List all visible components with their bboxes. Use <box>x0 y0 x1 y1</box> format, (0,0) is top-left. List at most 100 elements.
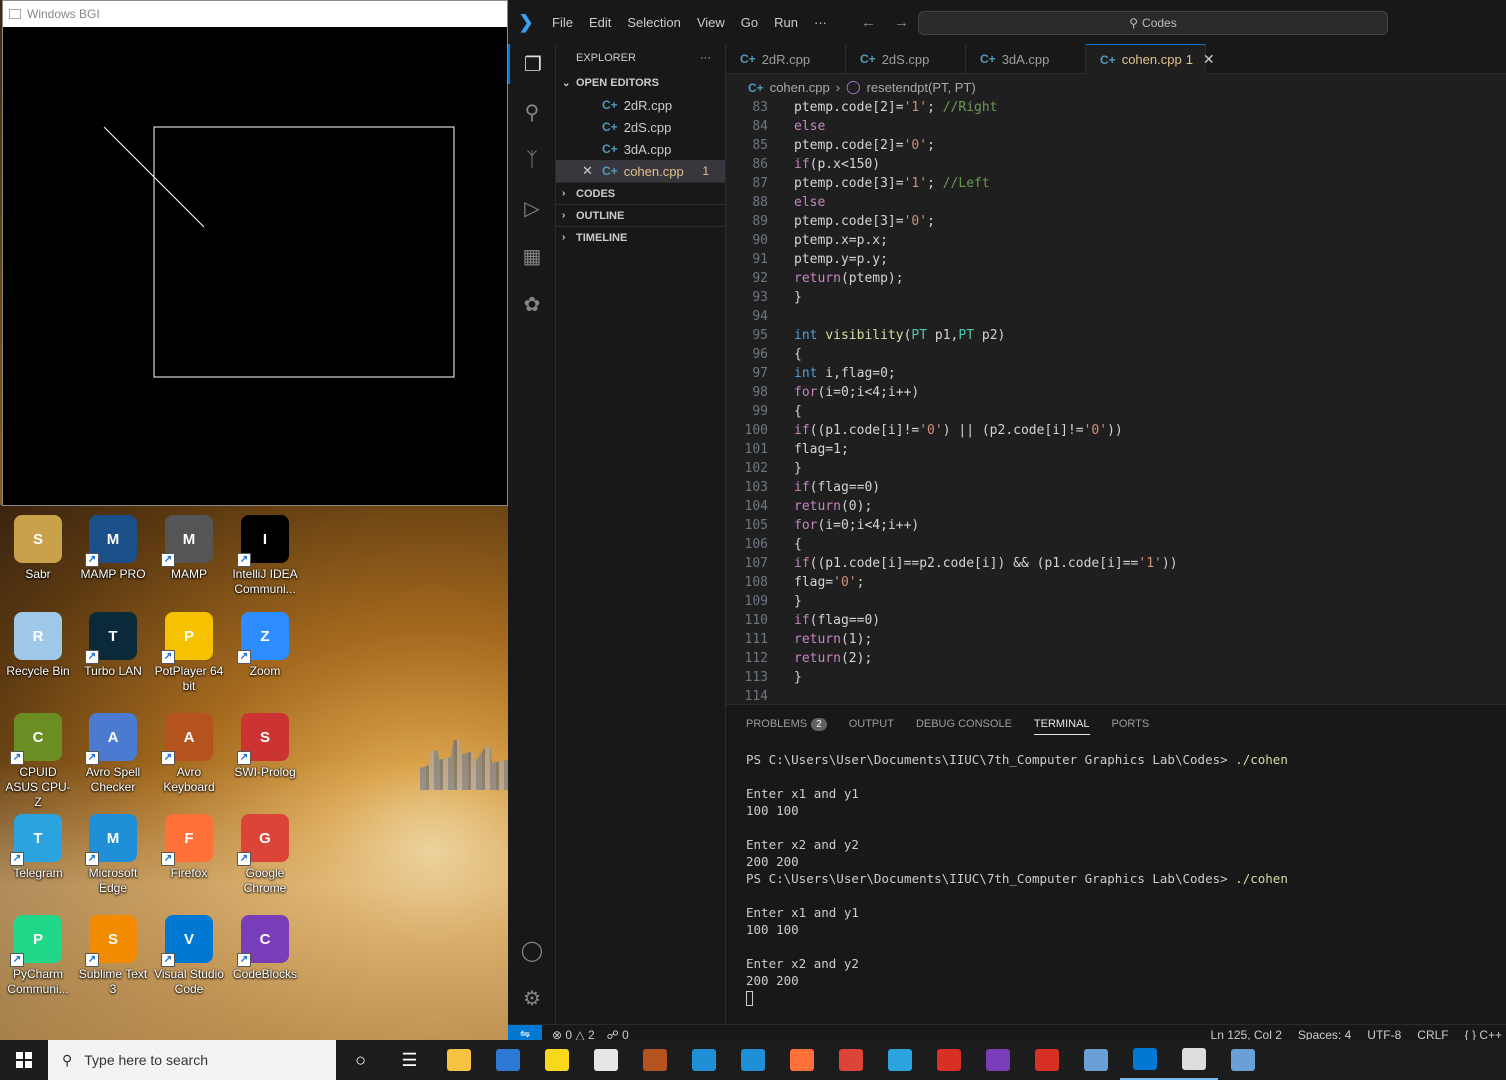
taskbar-notepad-icon[interactable] <box>1218 1040 1267 1080</box>
explorer-section[interactable]: › OUTLINE <box>556 204 725 226</box>
account-icon[interactable]: ◯ <box>508 930 556 970</box>
taskbar-bgi-graphics-icon[interactable] <box>1169 1040 1218 1080</box>
code-line: 88 else <box>726 193 1506 212</box>
terminal-line: Enter x1 and y1 <box>746 905 859 920</box>
editor-tab[interactable]: C+ 2dR.cpp <box>726 44 846 74</box>
taskbar-pdf-reader-icon[interactable] <box>924 1040 973 1080</box>
desktop-icon[interactable]: F ↗ Firefox <box>153 814 225 881</box>
start-button[interactable] <box>0 1040 48 1080</box>
breadcrumb-file[interactable]: C+ cohen.cpp <box>748 80 830 95</box>
panel-tab[interactable]: PORTS <box>1112 718 1150 730</box>
close-tab-icon[interactable]: ✕ <box>1203 51 1215 68</box>
taskbar-search[interactable]: ⚲ Type here to search <box>48 1040 336 1080</box>
code-line: 84 else <box>726 117 1506 136</box>
desktop-icon[interactable]: A ↗ Avro Keyboard <box>153 713 225 795</box>
breadcrumb-symbol[interactable]: resetendpt(PT, PT) <box>867 80 976 95</box>
menu-item[interactable]: Edit <box>581 15 619 30</box>
desktop-icon[interactable]: S ↗ SWI-Prolog <box>229 713 301 780</box>
panel-tab[interactable]: TERMINAL <box>1033 718 1090 735</box>
desktop-icon[interactable]: R Recycle Bin <box>2 612 74 679</box>
terminal-line: Enter x2 and y2 <box>746 956 859 971</box>
taskbar-avro-keyboard-icon[interactable] <box>630 1040 679 1080</box>
code-editor[interactable]: 83 ptemp.code[2]='1'; //Right 84 else 85 ptem… <box>726 98 1506 706</box>
editor-tab[interactable]: C+ 2dS.cpp <box>846 44 966 74</box>
desktop-icon[interactable]: P ↗ PyCharm Communi... <box>2 915 74 997</box>
explorer-section[interactable]: › TIMELINE <box>556 226 725 248</box>
back-arrow-icon[interactable]: ← <box>861 14 876 31</box>
desktop-icon[interactable]: M ↗ MAMP PRO <box>77 515 149 582</box>
explorer-title: EXPLORER <box>576 52 636 64</box>
taskbar-microsoft-store-icon[interactable] <box>483 1040 532 1080</box>
desktop-icon[interactable]: M ↗ Microsoft Edge <box>77 814 149 896</box>
taskbar-control-panel-icon[interactable] <box>1071 1040 1120 1080</box>
menu-item[interactable]: ··· <box>806 15 835 30</box>
bgi-titlebar[interactable]: Windows BGI <box>3 1 507 27</box>
taskbar-codeblocks-icon[interactable] <box>973 1040 1022 1080</box>
desktop-icon[interactable]: G ↗ Google Chrome <box>229 814 301 896</box>
open-editor-item[interactable]: ✕ C+ cohen.cpp 1 <box>556 160 725 182</box>
line-text: flag=1; <box>794 442 849 457</box>
panel-tab[interactable]: OUTPUT <box>849 718 894 730</box>
terminal-output[interactable]: PS C:\Users\User\Documents\IIUC\7th_Comp… <box>726 743 1506 1014</box>
explorer-icon[interactable]: ❐ <box>508 44 556 84</box>
menu-item[interactable]: Selection <box>619 15 688 30</box>
app-glyph <box>691 1049 716 1071</box>
line-number: 103 <box>744 480 768 495</box>
desktop-icon[interactable]: M ↗ MAMP <box>153 515 225 582</box>
taskbar-chrome-icon[interactable] <box>826 1040 875 1080</box>
desktop-icon[interactable]: I ↗ IntelliJ IDEA Communi... <box>229 515 301 597</box>
desktop-icon[interactable]: V ↗ Visual Studio Code <box>153 915 225 997</box>
taskbar-meet-icon[interactable] <box>679 1040 728 1080</box>
panel-tab-label: PORTS <box>1111 718 1150 730</box>
close-icon[interactable]: ✕ <box>582 163 593 179</box>
desktop-icon[interactable]: Z ↗ Zoom <box>229 612 301 679</box>
taskbar-task-view-icon[interactable]: ☰ <box>385 1040 434 1080</box>
taskbar-telegram-icon[interactable] <box>875 1040 924 1080</box>
panel-tab[interactable]: DEBUG CONSOLE <box>916 718 1012 730</box>
taskbar-file-explorer-icon[interactable] <box>434 1040 483 1080</box>
taskbar-pdf-editor-icon[interactable] <box>1022 1040 1071 1080</box>
open-editor-item[interactable]: C+ 2dS.cpp <box>556 116 725 138</box>
desktop-icon[interactable]: P ↗ PotPlayer 64 bit <box>153 612 225 694</box>
desktop-icon[interactable]: S Sabr <box>2 515 74 582</box>
desktop-icon[interactable]: A ↗ Avro Spell Checker <box>77 713 149 795</box>
run-debug-icon[interactable]: ▷ <box>508 188 556 228</box>
more-actions-icon[interactable]: ··· <box>700 52 711 64</box>
menu-item[interactable]: Go <box>733 15 766 30</box>
bgi-window[interactable]: Windows BGI <box>2 0 508 506</box>
taskbar-firefox-icon[interactable] <box>777 1040 826 1080</box>
chatgpt-icon[interactable]: ✿ <box>508 284 556 324</box>
taskbar-edge-icon[interactable] <box>728 1040 777 1080</box>
desktop-icon[interactable]: C ↗ CodeBlocks <box>229 915 301 982</box>
taskbar-sticky-notes-icon[interactable] <box>532 1040 581 1080</box>
editor-tab[interactable]: C+ 3dA.cpp <box>966 44 1086 74</box>
line-number: 90 <box>752 233 768 248</box>
search-view-icon[interactable]: ⚲ <box>508 92 556 132</box>
cortana-icon[interactable]: ○ <box>336 1040 385 1080</box>
extensions-icon[interactable]: ▦ <box>508 236 556 276</box>
taskbar-mail-icon[interactable] <box>581 1040 630 1080</box>
menu-item[interactable]: Run <box>766 15 806 30</box>
code-line: 83 ptemp.code[2]='1'; //Right <box>726 98 1506 117</box>
panel-tab[interactable]: PROBLEMS 2 <box>746 717 827 731</box>
editor-tab[interactable]: C+ cohen.cpp 1 ✕ <box>1086 44 1215 74</box>
command-center[interactable]: ⚲ Codes <box>918 11 1388 35</box>
line-number: 97 <box>752 366 768 381</box>
menu-item[interactable]: View <box>689 15 733 30</box>
taskbar-vscode-icon[interactable] <box>1120 1040 1169 1080</box>
desktop-icon[interactable]: C ↗ CPUID ASUS CPU-Z <box>2 713 74 810</box>
terminal-command: ./cohen <box>1235 752 1288 767</box>
forward-arrow-icon[interactable]: → <box>894 14 909 31</box>
open-editors-section[interactable]: ⌄ OPEN EDITORS <box>556 72 725 94</box>
explorer-section[interactable]: › CODES <box>556 182 725 204</box>
app-icon: M ↗ <box>161 515 213 567</box>
app-glyph <box>1181 1048 1206 1070</box>
open-editor-item[interactable]: C+ 3dA.cpp <box>556 138 725 160</box>
source-control-icon[interactable]: ᛉ <box>508 140 556 180</box>
desktop-icon[interactable]: T ↗ Turbo LAN <box>77 612 149 679</box>
menu-item[interactable]: File <box>544 15 581 30</box>
desktop-icon[interactable]: T ↗ Telegram <box>2 814 74 881</box>
desktop-icon[interactable]: S ↗ Sublime Text 3 <box>77 915 149 997</box>
settings-gear-icon[interactable]: ⚙ <box>508 978 556 1018</box>
open-editor-item[interactable]: C+ 2dR.cpp <box>556 94 725 116</box>
